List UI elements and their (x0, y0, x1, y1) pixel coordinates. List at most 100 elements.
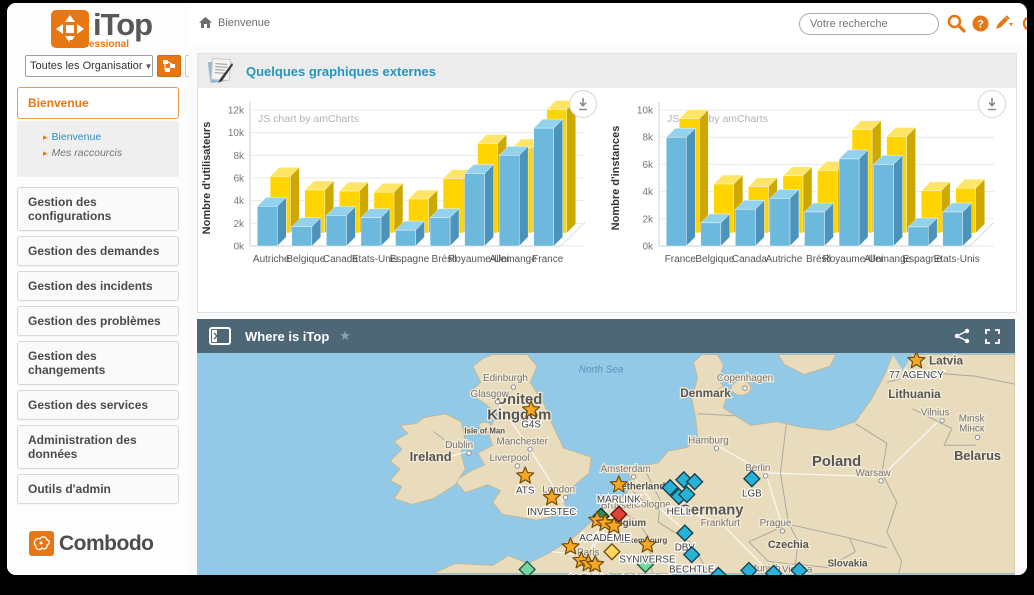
city-label: Glasgow (471, 389, 510, 400)
bullet-icon: ▸ (43, 148, 48, 158)
svg-text:10k: 10k (228, 128, 245, 139)
svg-text:2k: 2k (233, 219, 245, 230)
share-button[interactable] (947, 328, 977, 344)
power-icon (1022, 15, 1028, 32)
download-icon (577, 98, 589, 111)
logout-button[interactable] (1019, 12, 1027, 34)
fullscreen-icon (985, 329, 1000, 344)
city-label: Prague (760, 518, 792, 529)
sidebar-item-outils-admin[interactable]: Outils d'admin (17, 474, 179, 504)
city-label: Dublin (445, 440, 473, 451)
svg-text:6k: 6k (233, 174, 245, 185)
download-icon (986, 98, 998, 111)
logo-edition: Professional (69, 39, 129, 50)
city-label: Edinburgh (483, 373, 528, 384)
country-label: Kingdom (487, 408, 551, 424)
notes-icon (206, 57, 236, 85)
y-axis-title: Nombre d'instances (610, 126, 622, 231)
combodo-logo-icon (29, 531, 54, 556)
breadcrumb-label[interactable]: Bienvenue (218, 17, 270, 29)
main-content: Quelques graphiques externes 0k 2k 4k 6k 8k 1… (189, 47, 1027, 575)
marker-label: ATS (516, 486, 535, 497)
amcharts-watermark: JS chart by amCharts (258, 113, 359, 125)
chart-instances: 0k2k4k6k8k10kJS chart by amChartsFranceB… (607, 88, 1016, 302)
country-label: Denmark (680, 386, 731, 400)
svg-text:2k: 2k (642, 214, 654, 225)
svg-text:4k: 4k (233, 196, 245, 207)
help-button[interactable]: ? (969, 12, 991, 34)
sidebar-item-incidents[interactable]: Gestion des incidents (17, 271, 179, 301)
marker-label: 77 AGENCY (889, 370, 944, 381)
city-label: Frankfurt (701, 518, 741, 529)
topbar: Bienvenue ? (189, 3, 1027, 47)
y-axis-title: Nombre d'utilisateurs (201, 122, 213, 235)
europe-map[interactable]: North SeaIrelandUnitedKingdomIsle of Man… (197, 353, 1015, 575)
help-icon: ? (972, 15, 989, 32)
sidebar-item-problemes[interactable]: Gestion des problèmes (17, 306, 179, 336)
city-label: Warsaw (855, 468, 891, 479)
home-icon[interactable] (199, 17, 212, 29)
sidebar-item-changements[interactable]: Gestion des changements (17, 341, 179, 385)
city-label: Vilnius (921, 408, 950, 419)
svg-text:8k: 8k (233, 151, 245, 162)
svg-text:8k: 8k (642, 133, 654, 144)
hierarchy-icon (162, 59, 176, 73)
sidebar-item-bienvenue[interactable]: Bienvenue (17, 87, 179, 119)
marker-label: SYNIVERSE (619, 555, 676, 566)
search-input[interactable] (799, 13, 939, 35)
search-button[interactable] (945, 12, 967, 34)
svg-text:Belgique: Belgique (286, 254, 325, 265)
breadcrumb: Bienvenue (199, 17, 270, 29)
country-label: Lithuania (888, 387, 941, 401)
map-header: Where is iTop ★ (197, 319, 1015, 353)
marker-label: MARLINK (597, 494, 641, 505)
svg-text:6k: 6k (642, 160, 654, 171)
svg-text:0k: 0k (233, 242, 245, 253)
city-label: Liverpool (489, 453, 529, 464)
city-label: Мінск (959, 423, 985, 434)
sea-label: North Sea (579, 364, 624, 375)
svg-text:France: France (665, 254, 697, 265)
marker-label: ACADEMIE (579, 533, 631, 544)
star-icon[interactable]: ★ (339, 328, 351, 344)
share-icon (954, 328, 970, 344)
search-icon (946, 13, 966, 33)
svg-text:12k: 12k (228, 106, 245, 117)
sidebar-item-demandes[interactable]: Gestion des demandes (17, 236, 179, 266)
shortcut-link-0[interactable]: ▸Bienvenue (43, 131, 173, 143)
country-label: Slovakia (827, 558, 867, 569)
chevron-down-icon: ▼ (145, 62, 153, 71)
map-panel: Where is iTop ★ North SeaIrelandUnitedKi… (197, 319, 1015, 575)
city-label: Hamburg (688, 435, 729, 446)
edit-menu-button[interactable] (993, 12, 1015, 34)
sidebar-item-configurations[interactable]: Gestion des configurations (17, 187, 179, 231)
chart-svg: 0k2k4k6k8k10kJS chart by amChartsFranceB… (607, 88, 1016, 302)
fullscreen-button[interactable] (977, 329, 1007, 344)
chart-download-button[interactable] (569, 90, 597, 118)
country-label: Poland (812, 454, 861, 470)
organization-select[interactable]: Toutes les Organisatior▼ (25, 55, 153, 77)
combodo-logo-text: Combodo (59, 532, 153, 556)
marker-label: G4S (521, 420, 541, 431)
svg-text:Allemange: Allemange (490, 254, 538, 265)
marker-label: INVESTEC (527, 507, 576, 518)
app-window: iTop Professional Toutes les Organisatio… (7, 3, 1027, 575)
shortcut-link-1[interactable]: ▸Mes raccourcis (43, 147, 173, 159)
hierarchy-button[interactable] (157, 55, 181, 77)
sidebar-item-services[interactable]: Gestion des services (17, 390, 179, 420)
panel-title: Quelques graphiques externes (246, 64, 436, 79)
svg-text:10k: 10k (637, 106, 654, 117)
svg-text:France: France (532, 254, 564, 265)
map-title: Where is iTop (245, 329, 329, 344)
sidebar-shortcuts: ▸Bienvenue ▸Mes raccourcis (17, 121, 179, 177)
svg-text:Canada: Canada (732, 254, 767, 265)
combodo-logo: Combodo (29, 531, 153, 556)
panel-toggle-icon[interactable] (209, 327, 231, 345)
svg-text:Etats-Unis: Etats-Unis (934, 254, 980, 265)
city-label: Manchester (497, 436, 549, 447)
chart-download-button[interactable] (978, 90, 1006, 118)
map-canvas[interactable]: North SeaIrelandUnitedKingdomIsle of Man… (197, 353, 1015, 575)
charts-panel: Quelques graphiques externes 0k 2k 4k 6k 8k 1… (197, 53, 1017, 313)
sidebar-item-administration[interactable]: Administration des données (17, 425, 179, 469)
svg-text:0k: 0k (642, 242, 654, 253)
